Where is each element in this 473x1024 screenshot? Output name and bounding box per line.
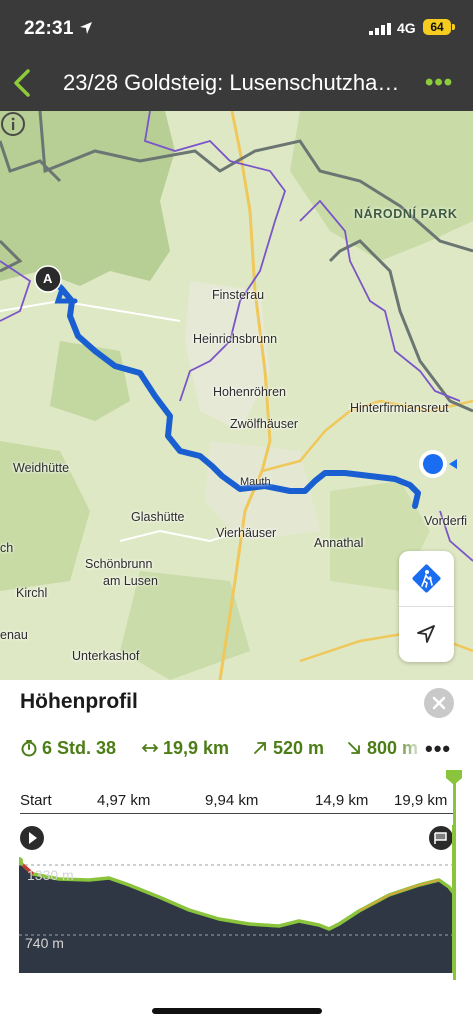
- place-label: Annathal: [314, 536, 364, 550]
- place-label: Kirchl: [16, 586, 48, 600]
- distance-icon: [141, 744, 159, 752]
- start-marker-label: A: [43, 271, 53, 286]
- stat-ascent-value: 520 m: [273, 738, 325, 758]
- park-label: NÁRODNÍ PARK: [354, 207, 458, 221]
- start-flag-icon: [20, 826, 44, 850]
- more-options-button[interactable]: •••: [425, 69, 453, 97]
- elevation-profile-sheet: Höhenprofil 6 Std. 38 19,9 km 520 m 800 …: [0, 680, 473, 1024]
- place-label: Unterkashof: [72, 649, 140, 663]
- finish-flag-icon: [429, 826, 453, 850]
- place-label: Zwölfhäuser: [230, 417, 299, 431]
- axis-label: 14,9 km: [315, 792, 369, 809]
- place-label: ch: [0, 541, 14, 555]
- profile-position-line: [453, 780, 456, 980]
- place-label: Vierhäuser: [216, 526, 277, 540]
- elevation-chart[interactable]: [19, 825, 464, 973]
- place-label: Schönbrunn: [85, 557, 153, 571]
- map-controls-divider: [399, 606, 454, 607]
- axis-label: 19,9 km: [394, 792, 448, 809]
- place-label: Weidhütte: [13, 461, 70, 475]
- place-label: Glashütte: [131, 510, 185, 524]
- stopwatch-icon: [21, 740, 37, 757]
- place-label: enau: [0, 628, 28, 642]
- map-info-icon[interactable]: [0, 111, 26, 137]
- stat-distance: 19,9 km: [141, 738, 229, 759]
- location-arrow-icon: [80, 22, 92, 34]
- page-title: 23/28 Goldsteig: Lusenschutzhaus – Finst…: [63, 70, 408, 95]
- battery-icon: 64: [423, 19, 451, 35]
- place-label: Vorderfi: [424, 514, 468, 528]
- signal-icon: [369, 23, 391, 35]
- status-time: 22:31: [24, 18, 74, 39]
- locate-me-icon[interactable]: [415, 623, 437, 645]
- distance-axis: [20, 813, 455, 814]
- network-label: 4G: [397, 20, 416, 36]
- place-label: Finsterau: [212, 288, 265, 302]
- stat-ascent: 520 m: [251, 738, 324, 759]
- place-label: Mauth: [240, 476, 271, 488]
- stat-duration: 6 Std. 38: [20, 738, 116, 759]
- axis-label: 9,94 km: [205, 792, 259, 809]
- home-indicator: [152, 1008, 322, 1014]
- axis-label: 4,97 km: [97, 792, 151, 809]
- place-label: Heinrichsbrunn: [193, 332, 278, 346]
- place-label: am Lusen: [103, 574, 158, 588]
- close-icon: [432, 696, 446, 710]
- place-label: Hohenröhren: [213, 385, 286, 399]
- close-button[interactable]: [424, 688, 454, 718]
- stats-fade: [395, 732, 425, 762]
- elevation-label-low: 740 m: [25, 935, 64, 951]
- back-chevron-icon[interactable]: [10, 67, 36, 99]
- hiking-mode-icon[interactable]: [411, 563, 442, 594]
- status-bar: 22:31 4G 64: [0, 0, 473, 55]
- navigation-bar: 23/28 Goldsteig: Lusenschutzhaus – Finst…: [0, 55, 473, 111]
- battery-tip: [452, 24, 455, 30]
- map-controls: [399, 551, 454, 662]
- axis-label-start: Start: [20, 792, 52, 809]
- stat-duration-value: 6 Std. 38: [42, 738, 117, 758]
- descent-icon: [348, 742, 360, 754]
- place-label: Hinterfirmiansreut: [350, 401, 449, 415]
- stat-distance-value: 19,9 km: [163, 738, 230, 758]
- sheet-title: Höhenprofil: [20, 690, 138, 713]
- map-view[interactable]: A NÁRODNÍ PARK Finsterau Heinrichsbrunn …: [0, 111, 473, 680]
- stats-more-button[interactable]: •••: [425, 736, 451, 762]
- elevation-label-high: 1330 m: [27, 867, 74, 883]
- ascent-icon: [254, 742, 266, 754]
